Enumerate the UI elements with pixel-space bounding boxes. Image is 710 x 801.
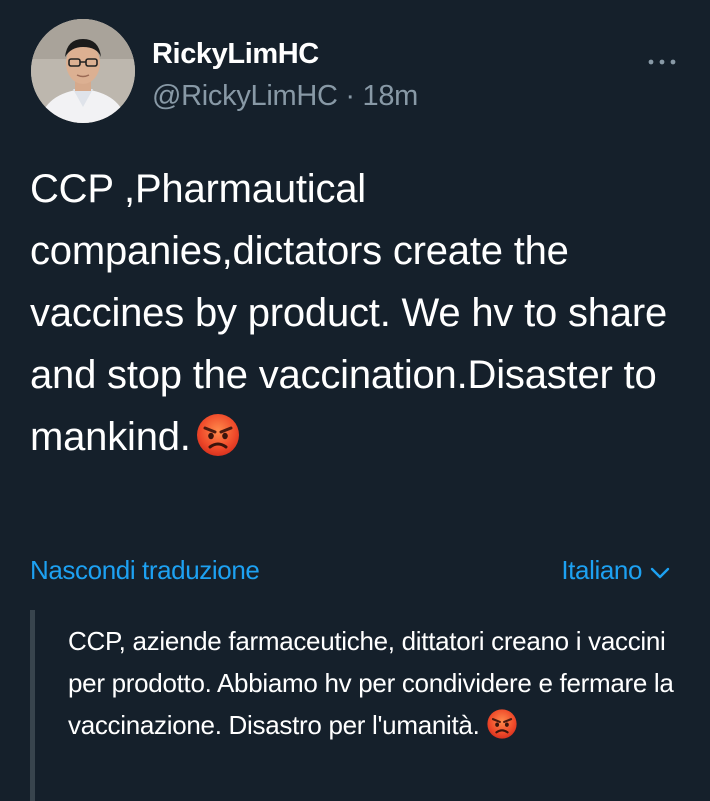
avatar-photo	[31, 19, 135, 123]
chevron-down-icon	[650, 567, 670, 578]
hide-translation-link[interactable]: Nascondi traduzione	[30, 555, 260, 586]
translation-body: CCP, aziende farmaceutiche, dittatori cr…	[68, 620, 688, 752]
language-label: Italiano	[561, 555, 642, 585]
handle-line: @RickyLimHC · 18m	[152, 80, 418, 113]
angry-face-emoji	[486, 708, 518, 752]
translation-controls: Nascondi traduzione Italiano	[30, 555, 670, 595]
more-horizontal-icon[interactable]	[645, 52, 679, 72]
avatar[interactable]	[31, 19, 135, 123]
user-handle[interactable]: @RickyLimHC	[152, 80, 338, 112]
language-selector[interactable]: Italiano	[561, 555, 670, 586]
tweet-timestamp[interactable]: 18m	[363, 80, 419, 112]
translation-block: CCP, aziende farmaceutiche, dittatori cr…	[30, 610, 695, 801]
tweet-text: CCP ,Pharmautical companies,dictators cr…	[30, 167, 668, 459]
tweet-card: RickyLimHC @RickyLimHC · 18m CCP ,Pharma…	[0, 0, 710, 801]
translation-text: CCP, aziende farmaceutiche, dittatori cr…	[68, 626, 674, 740]
angry-face-emoji	[195, 412, 241, 476]
tweet-body: CCP ,Pharmautical companies,dictators cr…	[30, 158, 690, 476]
display-name[interactable]: RickyLimHC	[152, 38, 319, 71]
meta-separator: ·	[337, 80, 363, 112]
